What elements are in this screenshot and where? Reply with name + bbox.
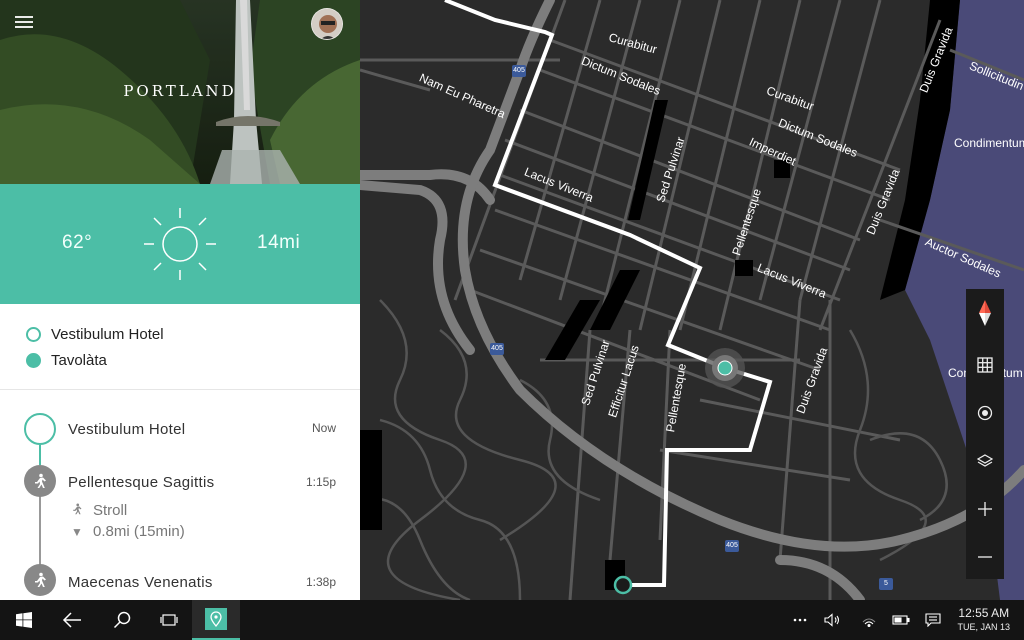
highway-shield: 405 — [490, 343, 504, 355]
task-view-icon[interactable] — [145, 600, 193, 640]
timeline-connector — [39, 445, 41, 465]
highway-shield: 405 — [512, 65, 526, 77]
place-item-origin[interactable]: Vestibulum Hotel — [26, 326, 164, 343]
volume-icon[interactable] — [820, 600, 846, 640]
itinerary-stop-time: 1:38p — [305, 575, 336, 589]
travel-detail-label: 0.8mi (15min) — [93, 523, 185, 540]
maps-app-button[interactable] — [192, 600, 240, 640]
place-list — [0, 304, 360, 390]
search-icon[interactable] — [98, 600, 146, 640]
place-item-destination[interactable]: Tavolàta — [26, 352, 107, 369]
notifications-icon[interactable] — [920, 600, 946, 640]
timeline-start-marker — [24, 413, 56, 445]
sun-icon — [142, 206, 218, 287]
travel-mode-label: Stroll — [93, 502, 128, 519]
side-panel: PORTLAND 62° 14mi Vestibulum Hotel Tavol… — [0, 0, 360, 600]
map-view[interactable]: Curabitur Dictum Sodales Curabitur Dictu… — [360, 0, 1024, 600]
itinerary-stop-title[interactable]: Vestibulum Hotel — [68, 421, 185, 438]
city-title: PORTLAND — [123, 82, 237, 100]
place-label: Vestibulum Hotel — [51, 326, 164, 343]
itinerary-stop-time: 1:15p — [305, 475, 336, 489]
travel-detail[interactable]: ▼ 0.8mi (15min) — [70, 523, 185, 540]
place-label: Tavolàta — [51, 352, 107, 369]
clock-time: 12:55 AM — [958, 606, 1010, 620]
filled-circle-icon — [26, 353, 41, 368]
avatar[interactable] — [311, 8, 343, 40]
walk-icon — [24, 465, 56, 497]
battery-icon[interactable] — [888, 600, 914, 640]
temperature-value: 62° — [62, 232, 93, 253]
taskbar: 12:55 AM TUE, JAN 13 — [0, 600, 1024, 640]
itinerary-stop-title[interactable]: Maecenas Venenatis — [68, 574, 213, 591]
menu-button[interactable] — [15, 16, 33, 30]
app-window: PORTLAND 62° 14mi Vestibulum Hotel Tavol… — [0, 0, 1024, 600]
grid-icon[interactable] — [966, 346, 1004, 384]
more-icon[interactable] — [788, 600, 812, 640]
clock-date: TUE, JAN 13 — [957, 622, 1010, 632]
distance-value: 14mi — [257, 232, 301, 253]
compass-icon[interactable] — [966, 294, 1004, 332]
highway-shield: 405 — [725, 540, 739, 552]
travel-mode: Stroll — [70, 502, 127, 519]
map-toolbar — [966, 289, 1004, 579]
hollow-circle-icon — [26, 327, 41, 342]
zoom-out-icon[interactable] — [966, 538, 1004, 576]
walk-icon — [24, 564, 56, 596]
city-hero-image: PORTLAND — [0, 0, 360, 184]
water-label: Condimentum — [954, 136, 1024, 150]
itinerary-stop-time: Now — [311, 421, 336, 435]
zoom-in-icon[interactable] — [966, 490, 1004, 528]
layers-icon[interactable] — [966, 442, 1004, 480]
timeline-connector — [39, 496, 41, 566]
walk-icon — [70, 503, 84, 518]
highway-shield: 5 — [879, 578, 893, 590]
itinerary-stop-title[interactable]: Pellentesque Sagittis — [68, 474, 214, 491]
wifi-icon[interactable] — [856, 600, 882, 640]
locate-icon[interactable] — [966, 394, 1004, 432]
back-button[interactable] — [48, 600, 96, 640]
start-button[interactable] — [0, 600, 48, 640]
system-clock[interactable]: 12:55 AM TUE, JAN 13 — [957, 606, 1010, 632]
caret-down-icon: ▼ — [71, 524, 83, 539]
